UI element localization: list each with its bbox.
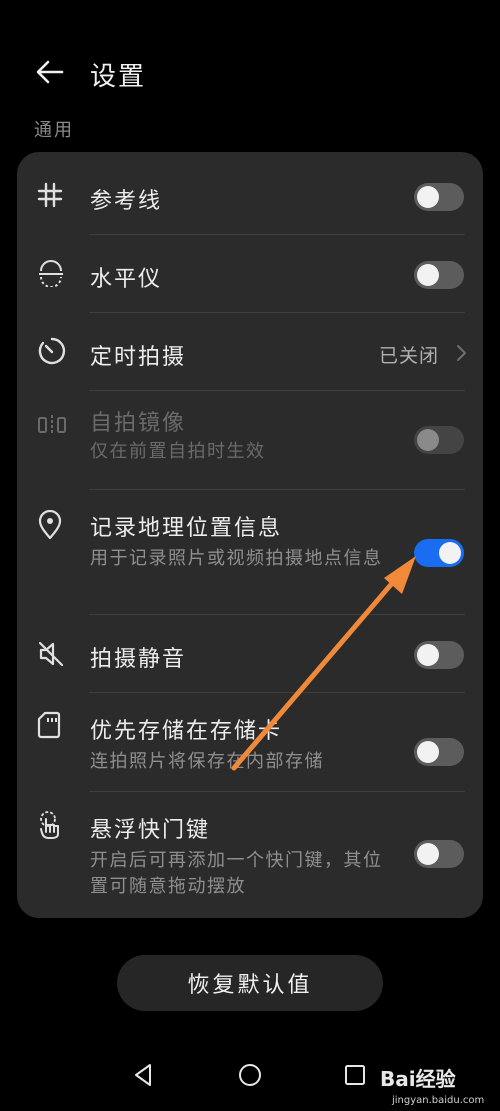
mirror-icon xyxy=(38,415,66,435)
setting-label-gridlines: 参考线 xyxy=(90,189,163,214)
setting-desc-location: 用于记录照片或视频拍摄地点信息 xyxy=(90,548,383,569)
setting-label-level: 水平仪 xyxy=(90,267,163,292)
setting-label-mute: 拍摄静音 xyxy=(90,647,187,672)
grid-icon xyxy=(37,182,63,208)
nav-home-icon[interactable] xyxy=(237,1062,263,1088)
back-arrow-icon[interactable] xyxy=(34,56,66,88)
setting-label-mirror: 自拍镜像 xyxy=(90,411,187,436)
setting-row-mute[interactable]: 拍摄静音 xyxy=(17,615,483,692)
header: 设置 xyxy=(0,48,500,100)
gridlines-toggle[interactable] xyxy=(414,183,464,211)
level-toggle[interactable] xyxy=(414,261,464,289)
timer-value: 已关闭 xyxy=(379,345,440,367)
setting-label-sdcard: 优先存储在存储卡 xyxy=(90,719,283,744)
setting-desc-sdcard: 连拍照片将保存在内部存储 xyxy=(90,751,324,772)
watermark-url: jingyan.baidu.com xyxy=(392,1095,485,1106)
mirror-toggle xyxy=(414,426,464,454)
setting-desc-floating-shutter: 开启后可再添加一个快门键，其位置可随意拖动摆放 xyxy=(90,850,383,897)
chevron-right-icon xyxy=(457,345,466,361)
setting-label-timer: 定时拍摄 xyxy=(90,345,187,370)
timer-icon xyxy=(38,337,66,365)
nav-recents-icon[interactable] xyxy=(342,1062,368,1088)
sd-card-icon xyxy=(37,711,61,739)
setting-label-floating-shutter: 悬浮快门键 xyxy=(90,818,211,843)
nav-back-icon[interactable] xyxy=(131,1062,157,1088)
setting-row-mirror: 自拍镜像 仅在前置自拍时生效 xyxy=(17,391,483,489)
setting-row-location[interactable]: 记录地理位置信息 用于记录照片或视频拍摄地点信息 xyxy=(17,490,483,614)
page-title: 设置 xyxy=(90,62,147,92)
setting-row-floating-shutter[interactable]: 悬浮快门键 开启后可再添加一个快门键，其位置可随意拖动摆放 xyxy=(17,792,483,918)
setting-row-sdcard[interactable]: 优先存储在存储卡 连拍照片将保存在内部存储 xyxy=(17,693,483,791)
restore-defaults-button[interactable]: 恢复默认值 xyxy=(117,955,383,1011)
location-pin-icon xyxy=(38,510,62,540)
hand-tap-icon xyxy=(40,811,59,839)
location-toggle[interactable] xyxy=(414,539,464,567)
sdcard-toggle[interactable] xyxy=(414,738,464,766)
level-icon xyxy=(39,260,63,287)
setting-row-timer[interactable]: 定时拍摄 已关闭 xyxy=(17,313,483,390)
floating-shutter-toggle[interactable] xyxy=(414,840,464,868)
mute-toggle[interactable] xyxy=(414,641,464,669)
setting-row-gridlines[interactable]: 参考线 xyxy=(17,152,483,234)
watermark-logo-text: Bai经验 xyxy=(380,1067,456,1091)
setting-desc-mirror: 仅在前置自拍时生效 xyxy=(90,441,266,462)
settings-card: 参考线 水平仪 定时拍摄 已关闭 自拍镜像 仅在前置自拍时生效 记录地理位置信息… xyxy=(17,152,483,918)
setting-label-location: 记录地理位置信息 xyxy=(90,516,283,541)
speaker-muted-icon xyxy=(38,641,64,667)
setting-row-level[interactable]: 水平仪 xyxy=(17,235,483,312)
section-title-general: 通用 xyxy=(34,120,74,141)
